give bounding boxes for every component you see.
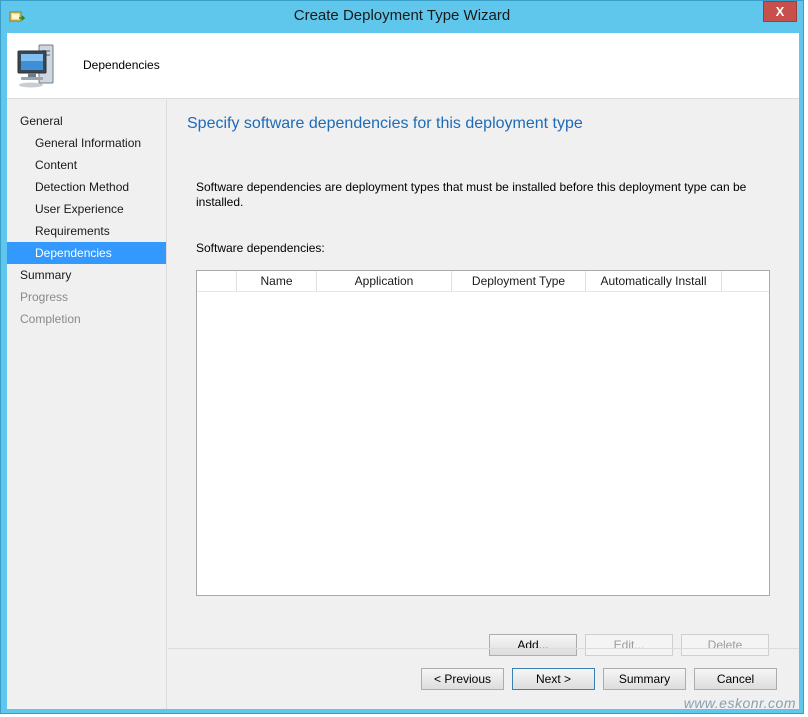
footer-divider [168, 648, 799, 649]
window-title: Create Deployment Type Wizard [293, 7, 511, 24]
wizard-page-content: Specify software dependencies for this d… [168, 100, 799, 656]
watermark: www.eskonr.com [683, 695, 796, 711]
nav-item-requirements[interactable]: Requirements [7, 220, 166, 242]
wizard-header: Dependencies [7, 33, 799, 99]
page-heading: Specify software dependencies for this d… [187, 115, 583, 132]
nav-item-dependencies[interactable]: Dependencies [7, 242, 166, 264]
software-dependencies-label: Software dependencies: [196, 241, 325, 255]
nav-item-completion: Completion [20, 312, 81, 326]
nav-item-user-experience[interactable]: User Experience [7, 198, 166, 220]
add-button[interactable]: Add... [489, 634, 577, 656]
column-header-automatically-install[interactable]: Automatically Install [586, 271, 722, 291]
previous-button[interactable]: < Previous [421, 668, 504, 690]
title-bar[interactable]: Create Deployment Type Wizard X [1, 1, 803, 33]
nav-item-detection-method[interactable]: Detection Method [7, 176, 166, 198]
close-button[interactable]: X [763, 1, 797, 22]
wizard-nav: General General Information Content Dete… [7, 100, 167, 709]
column-header-application[interactable]: Application [317, 271, 452, 291]
delete-button: Delete [681, 634, 769, 656]
computer-icon [17, 44, 54, 88]
wizard-window: Create Deployment Type Wizard X Dependen… [0, 0, 804, 714]
page-description: Software dependencies are deployment typ… [196, 180, 747, 209]
nav-item-content[interactable]: Content [7, 154, 166, 176]
nav-item-general-information[interactable]: General Information [7, 132, 166, 154]
page-title: Dependencies [83, 58, 160, 72]
cancel-button[interactable]: Cancel [694, 668, 777, 690]
nav-item-summary[interactable]: Summary [7, 264, 166, 286]
nav-item-general[interactable]: General [7, 110, 166, 132]
column-header-name[interactable]: Name [237, 271, 317, 291]
column-header-filler [722, 271, 769, 291]
next-button[interactable]: Next > [512, 668, 595, 690]
software-dependencies-list[interactable]: Name Application Deployment Type Automat… [196, 270, 770, 596]
summary-button[interactable]: Summary [603, 668, 686, 690]
column-header-deployment-type[interactable]: Deployment Type [452, 271, 586, 291]
list-header: Name Application Deployment Type Automat… [197, 271, 769, 292]
column-header-blank[interactable] [197, 271, 237, 291]
edit-button: Edit... [585, 634, 673, 656]
wizard-client-area: Dependencies General General Information… [7, 33, 799, 709]
nav-item-progress: Progress [20, 290, 69, 304]
